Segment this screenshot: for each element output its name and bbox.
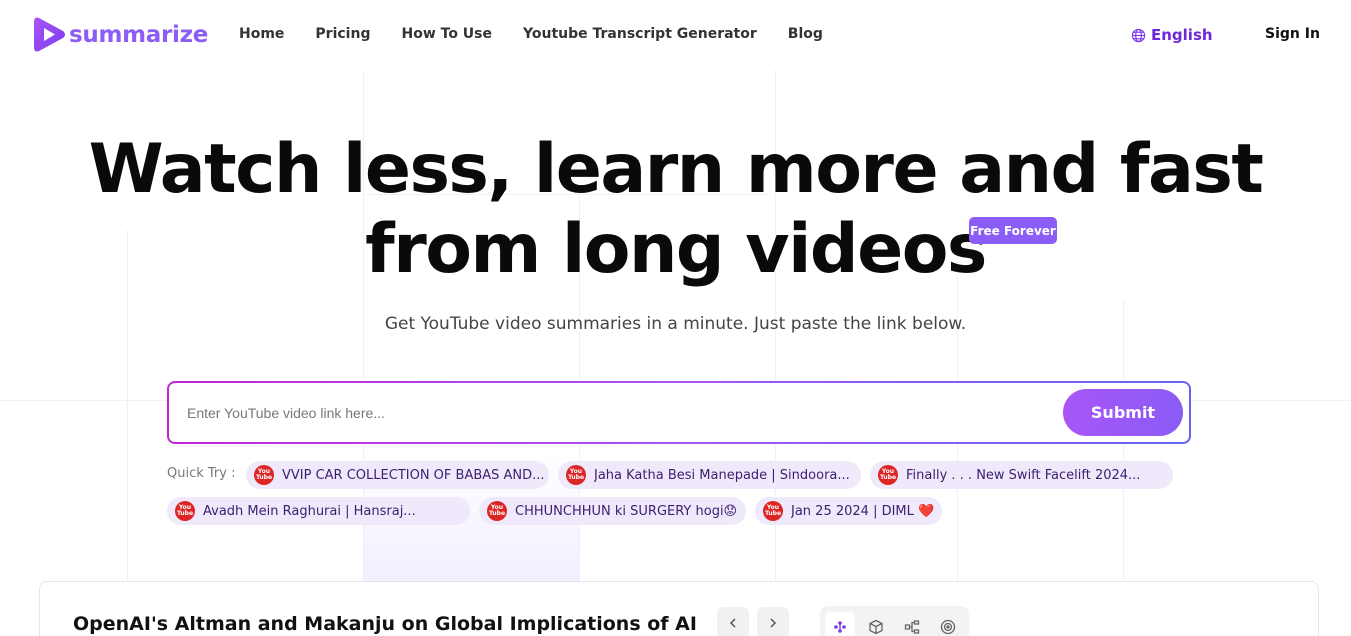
language-label: English [1151, 26, 1213, 44]
chevron-left-icon [729, 618, 736, 628]
youtube-icon: You Tube [254, 465, 274, 485]
nav-blog[interactable]: Blog [788, 26, 823, 42]
sparkle-icon [834, 621, 846, 633]
quick-try-item-title: Jaha Katha Besi Manepade | Sindoora... [594, 467, 850, 483]
nav-youtube-transcript-generator[interactable]: Youtube Transcript Generator [523, 26, 757, 42]
quick-try-item-title: Jan 25 2024 | DIML ❤️ [791, 503, 935, 519]
nav-home[interactable]: Home [239, 26, 284, 42]
quick-try-item[interactable]: You Tube Jan 25 2024 | DIML ❤️ [755, 497, 942, 525]
quick-try-item[interactable]: You Tube VVIP CAR COLLECTION OF BABAS AND… [246, 461, 549, 489]
youtube-icon: You Tube [878, 465, 898, 485]
tool-focus[interactable] [933, 612, 963, 636]
quick-try-item-title: Avadh Mein Raghurai | Hansraj... [203, 503, 416, 519]
hero-title-line-1: Watch less, learn more and fast [88, 130, 1264, 209]
site-header: summarize Home Pricing How To Use Youtub… [0, 0, 1351, 70]
quick-try-item[interactable]: You Tube Avadh Mein Raghurai | Hansraj... [167, 497, 470, 525]
mindmap-icon [904, 620, 920, 634]
cube-icon [869, 619, 883, 635]
globe-icon [1131, 28, 1146, 42]
brand-logo[interactable]: summarize [33, 16, 208, 53]
youtube-icon: You Tube [763, 501, 783, 521]
hero-title-line-2-text: from long videos [365, 210, 987, 289]
free-forever-badge: Free Forever [969, 217, 1057, 244]
tool-summary[interactable] [825, 612, 855, 636]
tool-mindmap[interactable] [897, 612, 927, 636]
youtube-icon: You Tube [487, 501, 507, 521]
video-link-form: Submit [167, 381, 1191, 444]
next-button[interactable] [757, 607, 789, 636]
youtube-icon: You Tube [566, 465, 586, 485]
quick-try-item-title: CHHUNCHHUN ki SURGERY hogi😟 [515, 503, 738, 519]
target-icon [940, 619, 956, 635]
nav-pricing[interactable]: Pricing [315, 26, 370, 42]
hero-title-line-2: from long videos [0, 210, 1351, 290]
language-selector[interactable]: English [1131, 26, 1213, 44]
summary-card: OpenAI's Altman and Makanju on Global Im… [39, 581, 1319, 636]
quick-try-item-title: Finally . . . New Swift Facelift 2024... [906, 467, 1141, 483]
quick-try-label: Quick Try : [167, 466, 236, 481]
play-logo-icon [33, 16, 67, 53]
tool-3d[interactable] [861, 612, 891, 636]
chevron-right-icon [770, 618, 777, 628]
view-mode-toolbar [820, 606, 969, 636]
prev-button[interactable] [717, 607, 749, 636]
youtube-icon: You Tube [175, 501, 195, 521]
quick-try-item[interactable]: You Tube Jaha Katha Besi Manepade | Sindo… [558, 461, 861, 489]
submit-button[interactable]: Submit [1063, 389, 1183, 436]
quick-try-item[interactable]: You Tube CHHUNCHHUN ki SURGERY hogi😟 [479, 497, 746, 525]
sign-in-link[interactable]: Sign In [1265, 26, 1320, 42]
video-link-input-container: Submit [169, 383, 1189, 442]
quick-try-item[interactable]: You Tube Finally . . . New Swift Facelift… [870, 461, 1173, 489]
video-link-input[interactable] [187, 383, 1047, 442]
main-nav: Home Pricing How To Use Youtube Transcri… [239, 26, 854, 42]
video-title: OpenAI's Altman and Makanju on Global Im… [73, 613, 697, 635]
nav-how-to-use[interactable]: How To Use [401, 26, 492, 42]
hero-subtitle: Get YouTube video summaries in a minute.… [384, 314, 967, 334]
quick-try-item-title: VVIP CAR COLLECTION OF BABAS AND... [282, 467, 545, 483]
brand-name: summarize [69, 21, 209, 48]
page: summarize Home Pricing How To Use Youtub… [0, 0, 1351, 636]
